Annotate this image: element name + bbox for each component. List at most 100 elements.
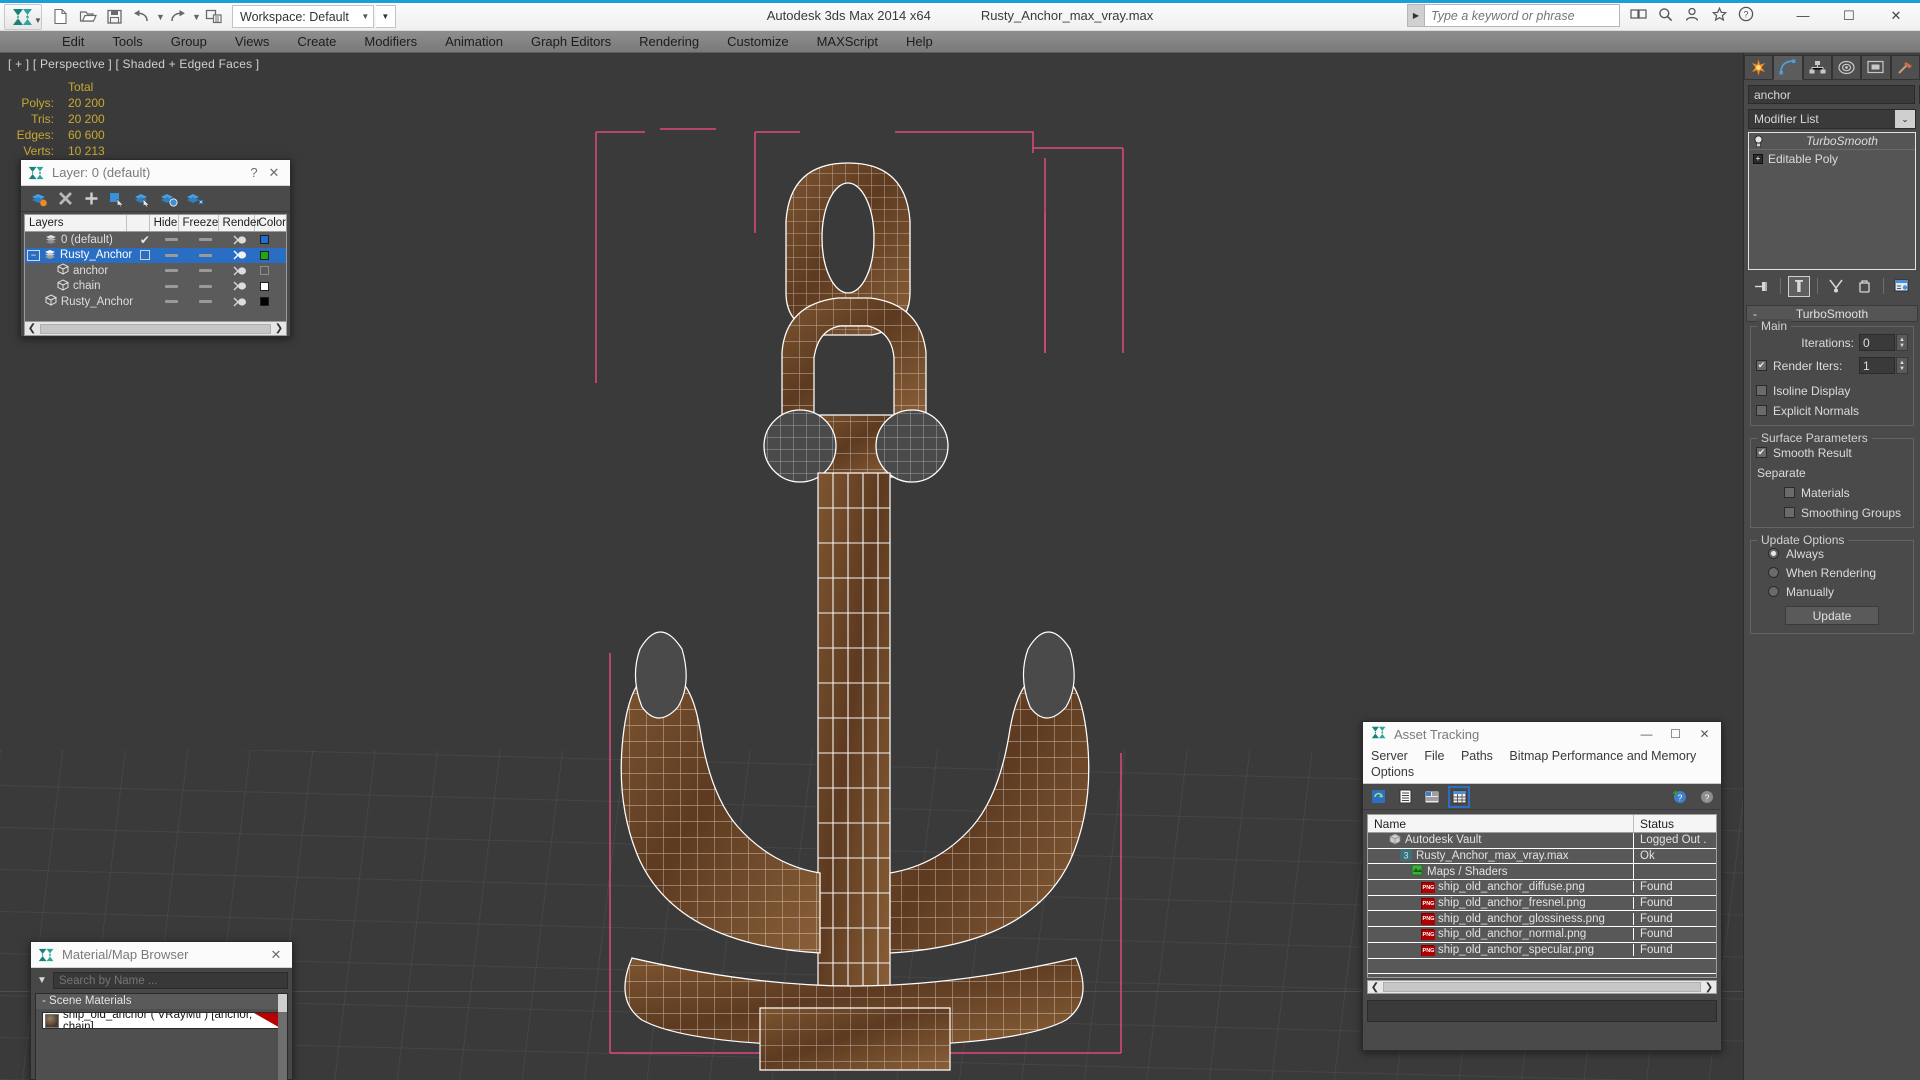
expand-plus-icon[interactable]: + xyxy=(1753,153,1763,164)
col-hide[interactable]: Hide xyxy=(150,215,179,231)
configure-modifier-sets-button[interactable] xyxy=(1891,276,1913,297)
update-when-rendering-radio[interactable] xyxy=(1768,567,1779,578)
layer-active-check[interactable]: ✔ xyxy=(140,233,150,247)
update-always-radio[interactable] xyxy=(1768,548,1779,559)
layer-dialog-help-button[interactable]: ? xyxy=(244,165,264,180)
layer-freeze-toggle[interactable] xyxy=(187,284,224,288)
asset-tracking-maximize-button[interactable]: ☐ xyxy=(1661,722,1690,746)
help-icon[interactable]: ? xyxy=(1737,5,1755,23)
layer-hide-toggle[interactable] xyxy=(157,284,187,288)
layer-dialog-close-button[interactable]: ✕ xyxy=(264,165,284,181)
undo-button[interactable] xyxy=(129,5,154,28)
select-highlighted-layer-icon[interactable] xyxy=(133,189,153,209)
isoline-display-checkbox[interactable] xyxy=(1756,385,1767,396)
matbrowser-titlebar[interactable]: Material/Map Browser ✕ xyxy=(31,942,292,968)
layer-freeze-toggle[interactable] xyxy=(187,269,224,273)
tab-create[interactable] xyxy=(1744,55,1774,80)
scene-materials-group[interactable]: - Scene Materials xyxy=(36,994,287,1009)
render-iters-spinner-arrows[interactable]: ▲ ▼ xyxy=(1896,357,1908,374)
iterations-spinner[interactable]: ▲▼ xyxy=(1859,334,1908,351)
search-input[interactable] xyxy=(1424,4,1620,27)
asset-tracking-titlebar[interactable]: Asset Tracking — ☐ ✕ xyxy=(1363,722,1721,746)
col-render[interactable]: Render xyxy=(219,215,260,231)
layer-render-toggle[interactable] xyxy=(224,250,257,260)
explicit-normals-checkbox[interactable] xyxy=(1756,405,1767,416)
maximize-button[interactable]: ☐ xyxy=(1826,0,1872,31)
menu-item-rendering[interactable]: Rendering xyxy=(625,31,713,53)
user-account-icon[interactable] xyxy=(1683,5,1701,23)
layer-color-swatch[interactable] xyxy=(257,281,287,291)
highlight-selected-objects-icon[interactable] xyxy=(159,189,179,209)
col-layers[interactable]: Layers xyxy=(25,215,127,231)
asset-horizontal-scrollbar[interactable]: ❮ ❯ xyxy=(1367,980,1717,994)
lightbulb-icon[interactable] xyxy=(1753,134,1764,148)
col-status[interactable]: Status xyxy=(1634,815,1716,832)
layer-color-swatch[interactable] xyxy=(257,250,287,260)
layer-expand-toggle[interactable]: − xyxy=(27,249,40,261)
asset-tracking-dialog[interactable]: Asset Tracking — ☐ ✕ Server File Paths B… xyxy=(1362,721,1722,1051)
layer-row-rusty-anchor-object[interactable]: Rusty_Anchor xyxy=(25,294,286,310)
layer-row-anchor[interactable]: anchor xyxy=(25,263,286,279)
workspace-menu-button[interactable]: ▼ xyxy=(375,5,396,28)
layer-render-toggle[interactable] xyxy=(224,266,257,276)
layer-row-chain[interactable]: chain xyxy=(25,279,286,295)
layer-freeze-toggle[interactable] xyxy=(187,238,224,242)
layer-hide-toggle[interactable] xyxy=(157,300,187,304)
make-unique-button[interactable] xyxy=(1825,276,1847,297)
asset-row-max-file[interactable]: 3 Rusty_Anchor_max_vray.max Ok xyxy=(1368,848,1716,865)
separate-materials-row[interactable]: Materials xyxy=(1756,484,1908,501)
help-question-icon[interactable]: ? xyxy=(1697,788,1715,806)
material-list-item[interactable]: ship_old_anchor ( VRayMtl ) [anchor, cha… xyxy=(42,1012,283,1029)
modifier-list-dropdown[interactable]: Modifier List ⌄ xyxy=(1748,109,1916,129)
smooth-result-checkbox[interactable]: ✔ xyxy=(1756,447,1767,458)
asset-row-fresnel[interactable]: ship_old_anchor_fresnel.png Found xyxy=(1368,896,1716,912)
menu-item-maxscript[interactable]: MAXScript xyxy=(803,31,892,53)
at-menu-paths[interactable]: Paths xyxy=(1461,749,1493,763)
filter-caret-icon[interactable]: ▼ xyxy=(35,975,49,986)
layer-render-toggle[interactable] xyxy=(224,235,257,245)
scroll-right-icon[interactable]: ❯ xyxy=(1702,982,1716,993)
menu-item-animation[interactable]: Animation xyxy=(431,31,517,53)
object-name-input[interactable] xyxy=(1748,85,1915,104)
tab-display[interactable] xyxy=(1861,55,1891,80)
refresh-icon[interactable] xyxy=(1369,788,1387,806)
layer-hide-toggle[interactable] xyxy=(157,238,187,242)
redo-dropdown-caret[interactable]: ▼ xyxy=(192,12,201,22)
tab-modify[interactable] xyxy=(1773,55,1803,80)
col-freeze[interactable]: Freeze xyxy=(179,215,219,231)
layer-hide-toggle[interactable] xyxy=(157,253,187,257)
explicit-normals-row[interactable]: Explicit Normals xyxy=(1756,402,1908,419)
scroll-thumb[interactable] xyxy=(1383,982,1701,992)
minimize-button[interactable]: — xyxy=(1780,0,1826,31)
layer-active-checkbox[interactable] xyxy=(139,250,150,261)
layer-dialog-titlebar[interactable]: Layer: 0 (default) ? ✕ xyxy=(21,160,290,186)
isoline-display-row[interactable]: Isoline Display xyxy=(1756,382,1908,399)
smooth-result-row[interactable]: ✔ Smooth Result xyxy=(1756,444,1908,461)
asset-row-specular[interactable]: ship_old_anchor_specular.png Found xyxy=(1368,943,1716,959)
select-objects-in-layer-icon[interactable] xyxy=(107,189,127,209)
remove-modifier-button[interactable] xyxy=(1854,276,1876,297)
scroll-left-icon[interactable]: ❮ xyxy=(25,323,39,334)
layer-freeze-toggle[interactable] xyxy=(187,253,224,257)
scroll-right-icon[interactable]: ❯ xyxy=(272,323,286,334)
favorites-star-icon[interactable] xyxy=(1710,5,1728,23)
render-iters-spinner[interactable]: ▲▼ xyxy=(1859,357,1908,374)
menu-item-modifiers[interactable]: Modifiers xyxy=(350,31,431,53)
search-help-icon[interactable] xyxy=(1656,5,1674,23)
select-link-button[interactable] xyxy=(201,5,226,28)
matbrowser-vertical-scrollbar[interactable] xyxy=(278,994,287,1080)
separate-smoothing-groups-checkbox[interactable] xyxy=(1784,507,1795,518)
layer-properties-icon[interactable] xyxy=(185,189,205,209)
menu-item-graph-editors[interactable]: Graph Editors xyxy=(517,31,625,53)
scroll-left-icon[interactable]: ❮ xyxy=(1368,982,1382,993)
layer-freeze-toggle[interactable] xyxy=(187,300,224,304)
update-option-manually[interactable]: Manually xyxy=(1756,583,1908,600)
at-menu-server[interactable]: Server xyxy=(1371,749,1408,763)
menu-item-help[interactable]: Help xyxy=(892,31,947,53)
update-button[interactable]: Update xyxy=(1785,606,1879,625)
modifier-stack-item-editable-poly[interactable]: + Editable Poly xyxy=(1749,150,1915,167)
create-new-layer-icon[interactable] xyxy=(29,189,49,209)
menu-item-tools[interactable]: Tools xyxy=(98,31,156,53)
update-manually-radio[interactable] xyxy=(1768,586,1779,597)
search-dropdown-icon[interactable]: ▶ xyxy=(1407,4,1424,27)
